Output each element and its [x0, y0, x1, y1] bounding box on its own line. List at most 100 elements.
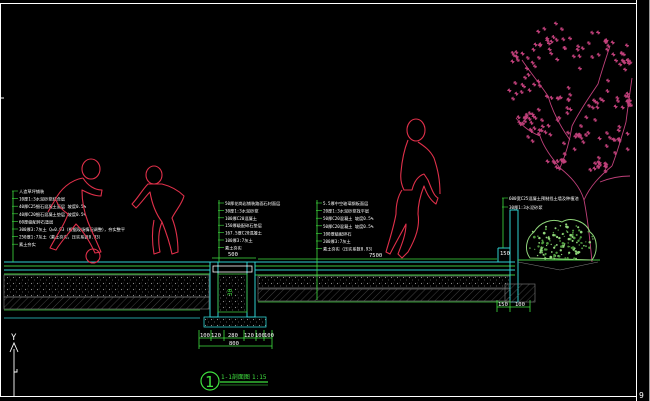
note-line: 200厚3:7灰土 — [323, 238, 351, 245]
tree-leaf — [590, 55, 595, 60]
shrub-dot — [577, 226, 580, 229]
note-line: 167.5厚C20混凝土 — [225, 230, 262, 237]
shrub-dot — [545, 244, 548, 247]
tree-leaf — [610, 40, 615, 45]
shrub-dot — [544, 252, 547, 255]
dim-150-bottom: 150 — [498, 302, 508, 308]
tree-leaf — [626, 103, 631, 108]
ucs-icon: Y — [9, 333, 19, 396]
shrub-dot — [534, 248, 536, 251]
tree-leaf — [575, 47, 580, 52]
tree-leaf — [595, 105, 600, 110]
shrub-dot — [571, 239, 574, 242]
dim-7500-text: 7500 — [369, 253, 382, 259]
tree-leaf — [540, 118, 545, 123]
shrub-dot — [551, 257, 554, 260]
shrub-dot — [545, 236, 548, 239]
tree-leaf — [532, 126, 537, 131]
section-label: 1 1-1剖面图 1:15 — [200, 371, 268, 391]
shrub-dot — [566, 257, 569, 260]
shrub-dot — [576, 241, 578, 244]
shrub-dot — [544, 255, 546, 257]
cad-drawing-canvas[interactable]: 30 100 120 280 120 100 100 800 500 7500 — [0, 0, 650, 401]
shrub-dot — [592, 238, 594, 240]
note-line: 50厚C20混凝土 坡度0.5% — [323, 215, 374, 222]
note-line: 40厚C20细石混凝土垫层 坡度0.5% — [19, 211, 87, 218]
note-line: 素土夯实 — [225, 244, 242, 251]
shrub-dot — [550, 251, 553, 253]
bottom-dim-seg-5: 100 — [264, 333, 274, 339]
shrub-dot — [585, 241, 587, 243]
tree-leaf — [542, 26, 547, 31]
bottom-dim-seg-0: 100 — [200, 333, 210, 339]
notes-left: 人造草坪铺装10厚1:3水泥砂浆结合层40厚C25细石混凝土面层 坡度0.5%4… — [12, 188, 125, 262]
shrub-dot — [573, 247, 576, 250]
tree-leaf — [604, 144, 609, 149]
tree-leaf — [571, 54, 576, 59]
bottom-dimensions: 100 120 280 120 100 100 800 — [198, 330, 274, 349]
tree-leaf — [540, 124, 545, 129]
shrub-dot — [588, 240, 592, 244]
shrub-dot — [583, 244, 585, 247]
shrub-dot — [566, 231, 568, 233]
tree-leaf — [605, 47, 610, 52]
tree-leaf — [615, 98, 620, 103]
shrub-dot — [543, 248, 547, 251]
tree-leaf — [592, 98, 597, 103]
tree-leaf — [513, 81, 518, 86]
planter-footing — [504, 283, 536, 303]
shrub-dot — [575, 252, 578, 255]
tree-leaf — [516, 115, 521, 120]
tree-leaf — [581, 140, 586, 145]
section-marker-number: 1 — [205, 373, 214, 391]
tree-leaf — [580, 46, 585, 51]
tree-leaf — [507, 88, 512, 93]
shrub-dot — [567, 237, 571, 241]
tree-leaf — [523, 75, 528, 80]
adult-walking-figure — [385, 118, 441, 259]
tree-leaf — [536, 107, 541, 112]
child2-body — [131, 183, 185, 255]
dim-150-right: 150 — [500, 251, 510, 257]
tree-foliage — [507, 21, 633, 174]
tree-leaf — [527, 88, 532, 93]
tree-leaf — [545, 159, 550, 164]
tree-leaf — [566, 85, 571, 90]
tree-leaf — [536, 55, 541, 60]
section-scale: 1:15 — [252, 374, 267, 381]
tree-leaf — [586, 41, 591, 46]
tree-leaf — [584, 133, 589, 138]
tree-leaf — [604, 131, 609, 136]
tree-leaf — [565, 111, 570, 116]
shrub-dot — [580, 242, 582, 244]
tree-leaf — [519, 90, 524, 95]
shrub-dot — [591, 235, 594, 238]
tree-leaf — [537, 128, 542, 133]
note-line: 30厚1:3水泥砂浆 — [509, 204, 543, 211]
tree-leaf — [533, 42, 538, 47]
tree-leaf — [577, 66, 582, 71]
shrub-dot — [552, 256, 555, 258]
shrub-dot — [529, 247, 531, 249]
note-line: 150厚级配碎石垫层 — [225, 222, 262, 229]
shrub-dot — [563, 235, 565, 238]
tree-leaf — [592, 166, 597, 171]
tree-leaf — [511, 96, 516, 101]
bottom-dim-seg-2: 280 — [228, 333, 238, 339]
tree-leaf — [510, 59, 515, 64]
tree-leaf — [605, 89, 610, 94]
shrub-dot — [570, 246, 573, 249]
ball — [85, 248, 101, 264]
shrub-dot — [540, 246, 543, 248]
shrub-dot — [550, 243, 552, 246]
tree-leaf — [625, 147, 630, 152]
shrub-dot — [578, 251, 581, 254]
shrub-dot — [549, 239, 551, 242]
tree-leaf — [596, 52, 601, 57]
shrub-dot — [542, 231, 546, 235]
shrub-dot — [578, 244, 580, 246]
shrub-dot — [567, 245, 570, 248]
shrub-dot — [578, 229, 581, 232]
tree-leaf — [596, 155, 601, 160]
shrub-dot — [565, 225, 567, 228]
